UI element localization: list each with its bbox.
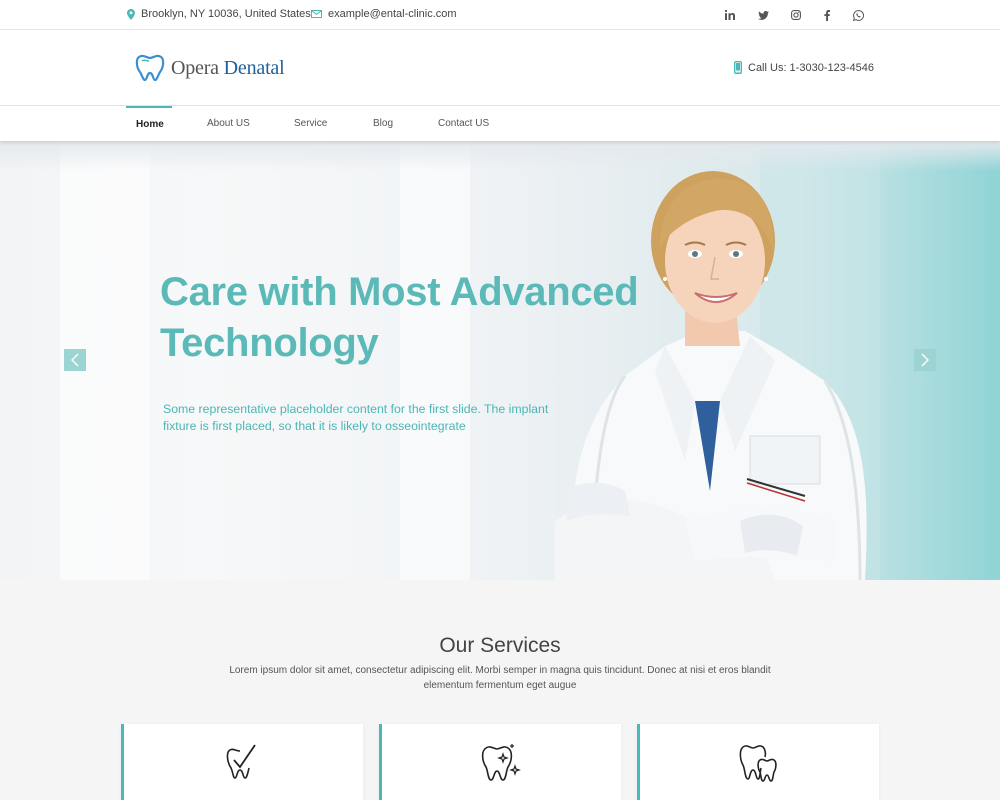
sparkling-tooth-icon: [481, 744, 521, 781]
double-tooth-icon: [739, 745, 777, 782]
whatsapp-icon[interactable]: [850, 8, 866, 22]
service-card[interactable]: [121, 724, 363, 800]
site-header: Opera Denatal Call Us: 1-3030-123-4546: [0, 30, 1000, 106]
hero-title-line1: Care with Most Advanced: [160, 270, 639, 314]
slider-next-button[interactable]: [914, 349, 936, 371]
nav-item-contact[interactable]: Contact US: [438, 118, 489, 129]
doctor-image: [555, 171, 867, 580]
nav-item-home[interactable]: Home: [136, 119, 164, 130]
chevron-right-icon: [921, 353, 929, 367]
twitter-icon[interactable]: [755, 8, 771, 22]
facebook-icon[interactable]: [819, 8, 835, 22]
email-text[interactable]: example@ental-clinic.com: [328, 8, 457, 20]
nav-item-service[interactable]: Service: [294, 118, 327, 129]
logo-text-part1: Opera: [171, 56, 219, 79]
hero-subtitle: Some representative placeholder content …: [163, 402, 549, 433]
services-description: Lorem ipsum dolor sit amet, consectetur …: [229, 665, 771, 691]
site-logo[interactable]: Opera Denatal: [135, 53, 285, 83]
service-card[interactable]: [379, 724, 621, 800]
nav-active-indicator: [126, 106, 172, 108]
linkedin-icon[interactable]: [722, 8, 738, 22]
call-text[interactable]: Call Us: 1-3030-123-4546: [748, 62, 874, 74]
map-pin-icon: [127, 8, 135, 20]
hero-title-line2: Technology: [160, 321, 379, 365]
phone-icon: [734, 61, 742, 74]
main-nav: Home About US Service Blog Contact US: [0, 106, 1000, 141]
tooth-check-icon: [226, 744, 256, 779]
service-card[interactable]: [637, 724, 879, 800]
nav-item-about[interactable]: About US: [207, 118, 250, 129]
slider-prev-button[interactable]: [64, 349, 86, 371]
services-section: Our Services Lorem ipsum dolor sit amet,…: [0, 580, 1000, 800]
nav-item-blog[interactable]: Blog: [373, 118, 393, 129]
hero-title: Care with Most Advanced Technology: [160, 267, 680, 369]
call-info[interactable]: Call Us: 1-3030-123-4546: [734, 61, 874, 74]
logo-text: Opera Denatal: [171, 56, 285, 80]
instagram-icon[interactable]: [788, 8, 804, 22]
tooth-logo-icon: [135, 54, 165, 82]
hero-slider: Care with Most Advanced Technology Some …: [0, 141, 1000, 580]
services-title: Our Services: [439, 634, 561, 657]
address-text: Brooklyn, NY 10036, United States: [141, 8, 311, 20]
chevron-left-icon: [71, 353, 79, 367]
address-info: Brooklyn, NY 10036, United States: [127, 8, 311, 20]
logo-text-part2: Denatal: [223, 56, 285, 79]
email-info[interactable]: example@ental-clinic.com: [311, 8, 457, 20]
envelope-icon: [311, 10, 322, 18]
top-bar: Brooklyn, NY 10036, United States exampl…: [0, 0, 1000, 30]
